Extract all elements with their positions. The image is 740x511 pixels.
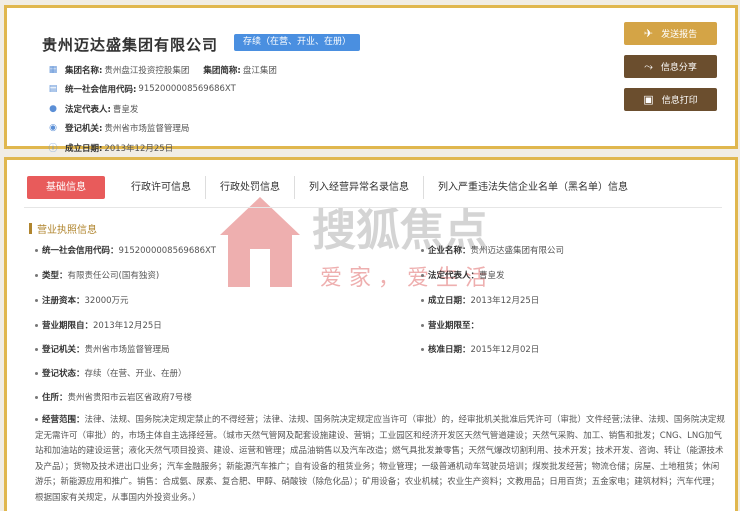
- group-info-line: ▦ 集团名称: 贵州盘江投资控股集团 集团简称: 盘江集团: [47, 60, 277, 80]
- legal-rep-label: 法定代表人:: [65, 104, 111, 115]
- info-circle-icon: ⓘ: [48, 144, 58, 155]
- tab-blacklist[interactable]: 列入严重违法失信企业名单（黑名单）信息: [424, 176, 642, 199]
- house-logo-icon: [220, 197, 300, 287]
- period-to-field: 营业期限至：: [421, 319, 479, 331]
- person-icon: ●: [49, 103, 57, 114]
- founded-line: ⓘ 成立日期: 2013年12月25日: [47, 138, 277, 158]
- authority-field: 登记机关：贵州省市场监督管理局: [35, 343, 170, 355]
- share-icon: ⤳: [644, 59, 653, 73]
- building-icon: ▦: [48, 64, 58, 75]
- location-pin-icon: ◉: [49, 123, 57, 134]
- business-scope: 经营范围：法律、法规、国务院决定规定禁止的不得经营；法律、法规、国务院决定规定应…: [35, 413, 725, 507]
- tab-divider: [24, 207, 722, 208]
- founded-field: 成立日期：2013年12月25日: [421, 294, 539, 306]
- status-badge: 存续（在营、开业、在册）: [234, 34, 361, 51]
- credit-code-field: 统一社会信用代码：9152000008569686XT: [35, 244, 216, 256]
- authority-line: ◉ 登记机关: 贵州省市场监督管理局: [47, 119, 277, 139]
- send-report-button[interactable]: ✈ 发送报告: [624, 22, 717, 45]
- share-info-label: 信息分享: [660, 63, 697, 73]
- section-title-text: 营业执照信息: [37, 225, 97, 236]
- credit-code-line: ▤ 统一社会信用代码: 9152000008569686XT: [47, 80, 277, 100]
- group-name-value: 贵州盘江投资控股集团: [104, 65, 190, 76]
- approval-date-field: 核准日期：2015年12月02日: [421, 343, 539, 355]
- business-scope-label: 经营范围：: [42, 415, 85, 425]
- summary-info-list: ▦ 集团名称: 贵州盘江投资控股集团 集团简称: 盘江集团 ▤ 统一社会信用代码…: [47, 60, 277, 158]
- tab-basic-info[interactable]: 基础信息: [27, 176, 105, 199]
- legal-rep-line: ● 法定代表人: 曹皇发: [47, 99, 277, 119]
- address-field: 住所：贵州省贵阳市云岩区省政府7号楼: [35, 391, 192, 403]
- authority-label: 登记机关:: [65, 124, 103, 135]
- founded-label: 成立日期:: [65, 143, 103, 154]
- period-from-field: 营业期限自：2013年12月25日: [35, 319, 162, 331]
- capital-field: 注册资本：32000万元: [35, 294, 129, 306]
- sohu-focus-watermark: 搜狐焦点 爱 家 ， 爱 生 活: [220, 197, 488, 291]
- send-icon: ✈: [643, 27, 654, 40]
- section-title: 营业执照信息: [29, 221, 97, 236]
- credit-code-label: 统一社会信用代码:: [65, 85, 137, 96]
- authority-value: 贵州省市场监督管理局: [104, 124, 190, 135]
- info-tabs: 基础信息 行政许可信息 行政处罚信息 列入经营异常名录信息 列入严重违法失信企业…: [27, 176, 642, 199]
- print-info-label: 信息打印: [661, 96, 698, 106]
- group-name-label: 集团名称:: [65, 65, 103, 76]
- credit-code-value: 9152000008569686XT: [138, 84, 236, 95]
- group-short-value: 盘江集团: [242, 65, 277, 76]
- tab-abnormal-list[interactable]: 列入经营异常名录信息: [295, 176, 424, 199]
- tab-admin-penalty[interactable]: 行政处罚信息: [206, 176, 295, 199]
- reg-status-field: 登记状态：存续（在营、开业、在册）: [35, 367, 187, 379]
- tab-admin-license[interactable]: 行政许可信息: [117, 176, 206, 199]
- section-bar: [29, 223, 32, 234]
- print-icon: ▣: [643, 93, 654, 106]
- credit-code-icon: ▤: [48, 84, 58, 95]
- detail-card: 搜狐焦点 爱 家 ， 爱 生 活 基础信息 行政许可信息 行政处罚信息 列入经营…: [4, 157, 738, 511]
- send-report-label: 发送报告: [661, 30, 698, 40]
- company-title: 贵州迈达盛集团有限公司: [42, 36, 219, 54]
- company-name-field: 企业名称：贵州迈达盛集团有限公司: [421, 244, 564, 256]
- founded-value: 2013年12月25日: [104, 143, 174, 154]
- share-info-button[interactable]: ⤳ 信息分享: [624, 55, 717, 78]
- print-info-button[interactable]: ▣ 信息打印: [624, 88, 717, 111]
- business-scope-text: 法律、法规、国务院决定规定禁止的不得经营；法律、法规、国务院决定规定应当许可（审…: [35, 415, 725, 503]
- legal-rep-value: 曹皇发: [112, 104, 139, 115]
- legal-rep-field: 法定代表人：曹皇发: [421, 269, 505, 281]
- type-field: 类型：有限责任公司(国有独资): [35, 269, 159, 281]
- group-short-label: 集团简称:: [203, 65, 241, 76]
